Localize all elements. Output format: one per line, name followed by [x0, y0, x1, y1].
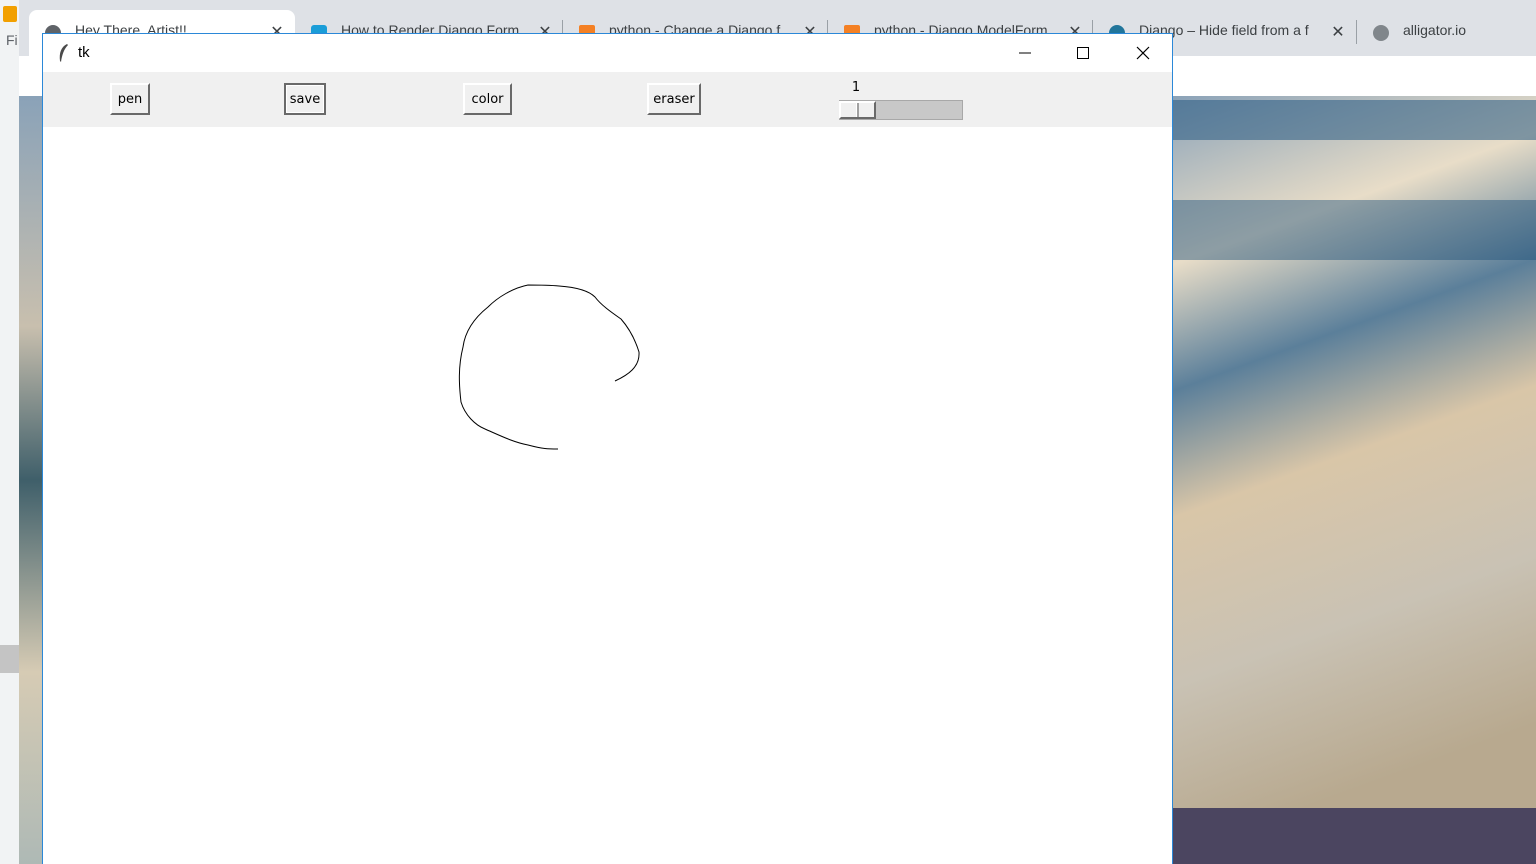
pen-button[interactable]: pen: [110, 83, 150, 115]
window-title: tk: [78, 44, 90, 61]
tool-bar: pen save color eraser 1: [43, 72, 1172, 127]
freehand-stroke: [458, 284, 640, 450]
brush-size-slider[interactable]: 1: [838, 76, 964, 122]
page-background-art-band: [1172, 100, 1536, 140]
window-titlebar[interactable]: tk: [43, 34, 1172, 72]
maximize-icon: [1077, 47, 1089, 59]
close-button[interactable]: [1114, 34, 1172, 72]
close-icon: [1136, 46, 1150, 60]
slider-value: 1: [851, 80, 861, 95]
minimize-button[interactable]: [996, 34, 1054, 72]
left-strip-label: Fi: [6, 32, 18, 48]
tab-title: alligator.io: [1403, 22, 1467, 38]
minimize-icon: [1019, 52, 1031, 54]
drawing-canvas[interactable]: [43, 127, 1172, 864]
tk-feather-icon: [59, 44, 68, 62]
eraser-button[interactable]: eraser: [647, 83, 701, 115]
close-tab-icon[interactable]: ✕: [1326, 22, 1350, 42]
page-background-art-band: [1172, 200, 1536, 260]
tk-window: tk pen save color eraser 1: [42, 33, 1173, 864]
slider-thumb[interactable]: [839, 101, 876, 119]
browser-tab[interactable]: alligator.io: [1357, 10, 1536, 56]
maximize-button[interactable]: [1054, 34, 1112, 72]
page-background-art-dark: [1172, 808, 1536, 864]
canvas-surface: [458, 284, 640, 450]
save-button[interactable]: save: [284, 83, 326, 115]
color-button[interactable]: color: [463, 83, 512, 115]
page-background-art-left: [19, 96, 43, 864]
left-window-strip: Fi: [0, 0, 19, 864]
globe-icon: [1373, 25, 1389, 41]
sublime-icon: [3, 6, 17, 22]
left-strip-divider: [0, 645, 19, 673]
